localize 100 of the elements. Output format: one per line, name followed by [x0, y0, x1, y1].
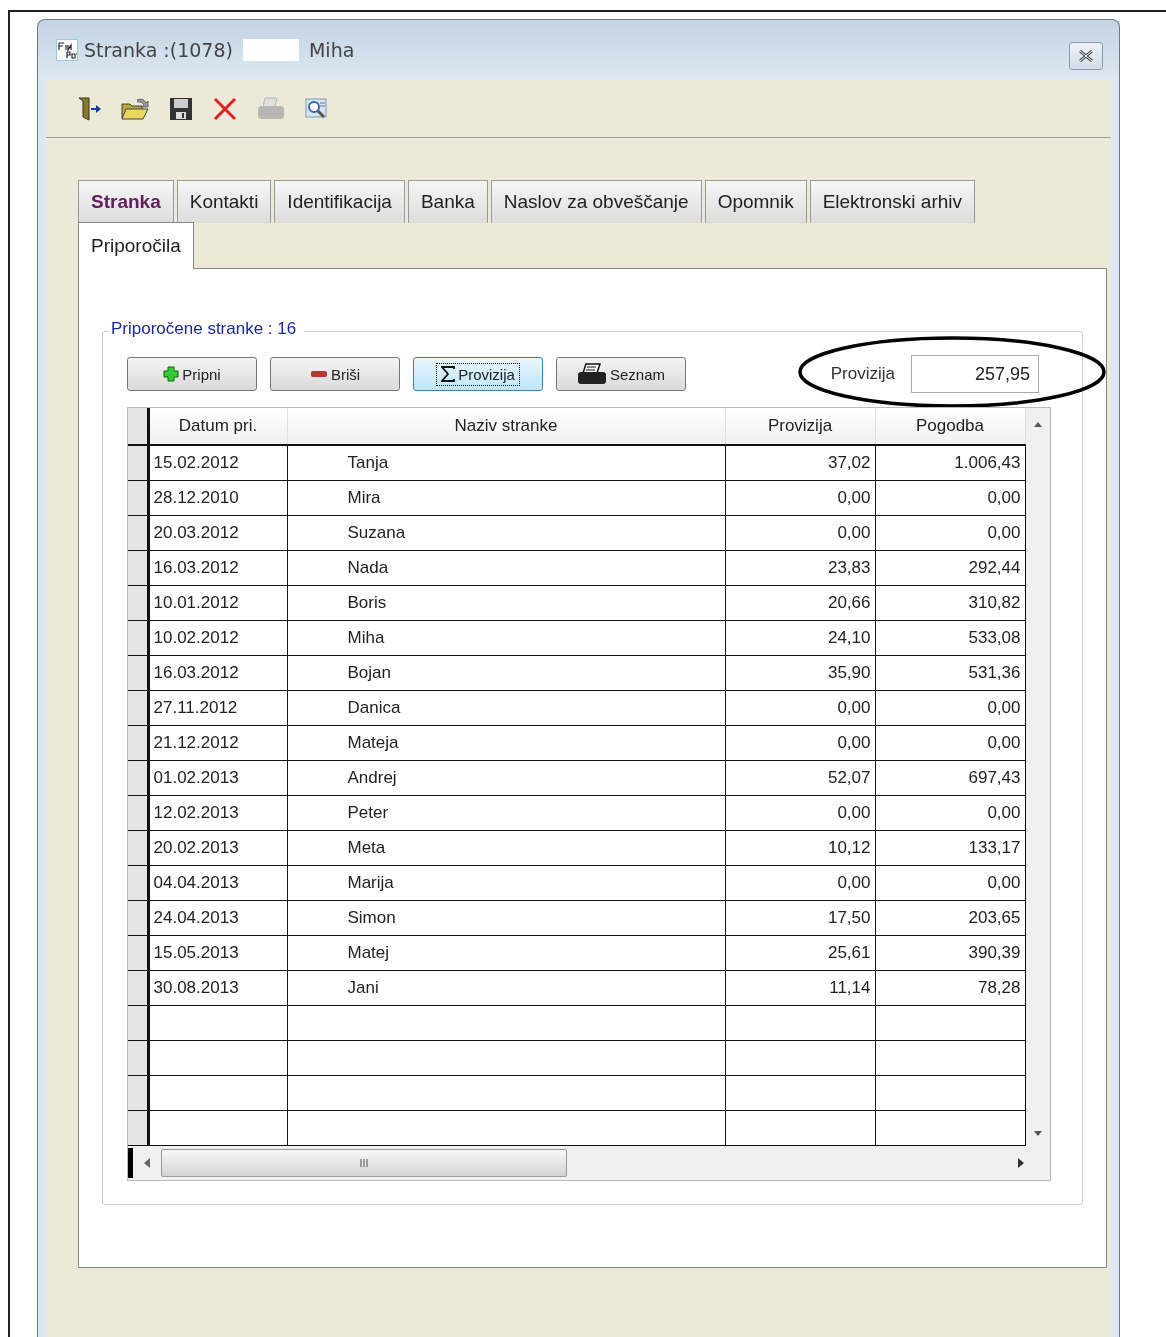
table-cell: 25,61 [725, 935, 875, 971]
tab[interactable]: Naslov za obveščanje [490, 180, 702, 223]
table-cell: Suzana [287, 515, 725, 551]
table-cell: 16.03.2012 [148, 655, 287, 691]
minus-icon [309, 370, 328, 378]
table-cell: 0,00 [875, 690, 1025, 726]
table-cell: 10.02.2012 [148, 620, 287, 656]
row-header[interactable] [128, 445, 148, 481]
table-cell: 78,28 [875, 970, 1025, 1006]
row-header[interactable] [128, 760, 148, 796]
table-cell: 23,83 [725, 550, 875, 586]
row-header[interactable] [128, 1075, 148, 1111]
table-cell: 20.02.2013 [148, 830, 287, 866]
close-button[interactable] [1069, 42, 1103, 70]
table-cell: Miha [287, 620, 725, 656]
table-cell: 0,00 [725, 690, 875, 726]
tab[interactable]: Priporočila [78, 222, 194, 269]
redacted-block [242, 39, 299, 61]
row-header[interactable] [128, 725, 148, 761]
tab[interactable]: Identifikacija [274, 180, 405, 223]
row-header[interactable] [128, 1005, 148, 1041]
row-header[interactable] [128, 620, 148, 656]
row-header[interactable] [128, 795, 148, 831]
table-cell: 0,00 [725, 795, 875, 831]
table-cell: 11,14 [725, 970, 875, 1006]
column-header[interactable]: Datum pri. [148, 408, 287, 445]
row-header[interactable] [128, 830, 148, 866]
open-folder-icon[interactable] [120, 95, 150, 122]
table-cell: 30.08.2013 [148, 970, 287, 1006]
row-header[interactable] [128, 515, 148, 551]
column-header[interactable]: Pogodba [875, 408, 1025, 445]
column-header[interactable]: Naziv stranke [287, 408, 725, 445]
table-cell: 531,36 [875, 655, 1025, 691]
sigma-icon [441, 366, 456, 382]
tab[interactable]: Banka [407, 180, 488, 223]
delete-icon[interactable] [212, 95, 238, 122]
tab[interactable]: Opomnik [704, 180, 807, 223]
table-cell: 133,17 [875, 830, 1025, 866]
group-title: Priporočene stranke : 16 [109, 319, 305, 339]
table-cell: 27.11.2012 [148, 690, 287, 726]
app-logo-icon [56, 39, 78, 61]
table-cell: Mira [287, 480, 725, 516]
scroll-left-icon[interactable] [143, 1157, 151, 1169]
column-header[interactable]: Provizija [725, 408, 875, 445]
attach-button[interactable]: Pripni [127, 357, 257, 391]
close-icon[interactable] [1078, 50, 1094, 62]
row-header[interactable] [128, 655, 148, 691]
table-cell: 24.04.2013 [148, 900, 287, 936]
row-header[interactable] [128, 970, 148, 1006]
table-cell: 28.12.2010 [148, 480, 287, 516]
horizontal-scrollbar[interactable] [128, 1146, 1025, 1180]
table-cell: 0,00 [875, 795, 1025, 831]
window-title-name: Miha [308, 39, 355, 61]
table-cell: 0,00 [875, 725, 1025, 761]
table-cell: 203,65 [875, 900, 1025, 936]
row-header[interactable] [128, 1040, 148, 1076]
commission-field[interactable]: 257,95 [911, 355, 1039, 393]
row-header[interactable] [128, 865, 148, 901]
delete-button[interactable]: Briši [270, 357, 400, 391]
row-header[interactable] [128, 1110, 148, 1146]
exit-door-icon[interactable] [76, 95, 102, 122]
scroll-right-icon[interactable] [1017, 1157, 1025, 1169]
table-cell: 310,82 [875, 585, 1025, 621]
save-icon[interactable] [168, 95, 194, 122]
row-header[interactable] [128, 480, 148, 516]
table-cell: 292,44 [875, 550, 1025, 586]
table-cell: 35,90 [725, 655, 875, 691]
row-header[interactable] [128, 585, 148, 621]
scrollbar-thumb[interactable] [161, 1149, 567, 1177]
row-header[interactable] [128, 550, 148, 586]
table-cell: 15.05.2013 [148, 935, 287, 971]
commission-button[interactable]: Provizija [413, 357, 543, 391]
row-header[interactable] [128, 935, 148, 971]
row-marker [128, 1148, 133, 1178]
commission-label: Provizija [830, 364, 895, 384]
window-title: Stranka :(1078) [84, 39, 233, 61]
table-cell: 16.03.2012 [148, 550, 287, 586]
table-cell: Mateja [287, 725, 725, 761]
tab[interactable]: Kontakti [176, 180, 272, 223]
table-cell: Andrej [287, 760, 725, 796]
table-cell: 1.006,43 [875, 445, 1025, 481]
table-cell: 0,00 [725, 480, 875, 516]
table-cell: 52,07 [725, 760, 875, 796]
plus-icon [163, 366, 180, 382]
table-cell: 20,66 [725, 585, 875, 621]
scroll-down-icon[interactable] [1033, 1130, 1043, 1138]
row-header[interactable] [128, 690, 148, 726]
tab[interactable]: Elektronski arhiv [809, 180, 976, 223]
list-button[interactable]: Seznam [556, 357, 686, 391]
table-cell: 20.03.2012 [148, 515, 287, 551]
table-cell: 533,08 [875, 620, 1025, 656]
table-cell: 21.12.2012 [148, 725, 287, 761]
table-cell: 0,00 [725, 725, 875, 761]
table-cell: 0,00 [725, 865, 875, 901]
scroll-up-icon[interactable] [1033, 420, 1043, 428]
table-cell: 10.01.2012 [148, 585, 287, 621]
table-cell: 390,39 [875, 935, 1025, 971]
tab[interactable]: Stranka [78, 180, 174, 223]
table-cell: 17,50 [725, 900, 875, 936]
row-header[interactable] [128, 900, 148, 936]
